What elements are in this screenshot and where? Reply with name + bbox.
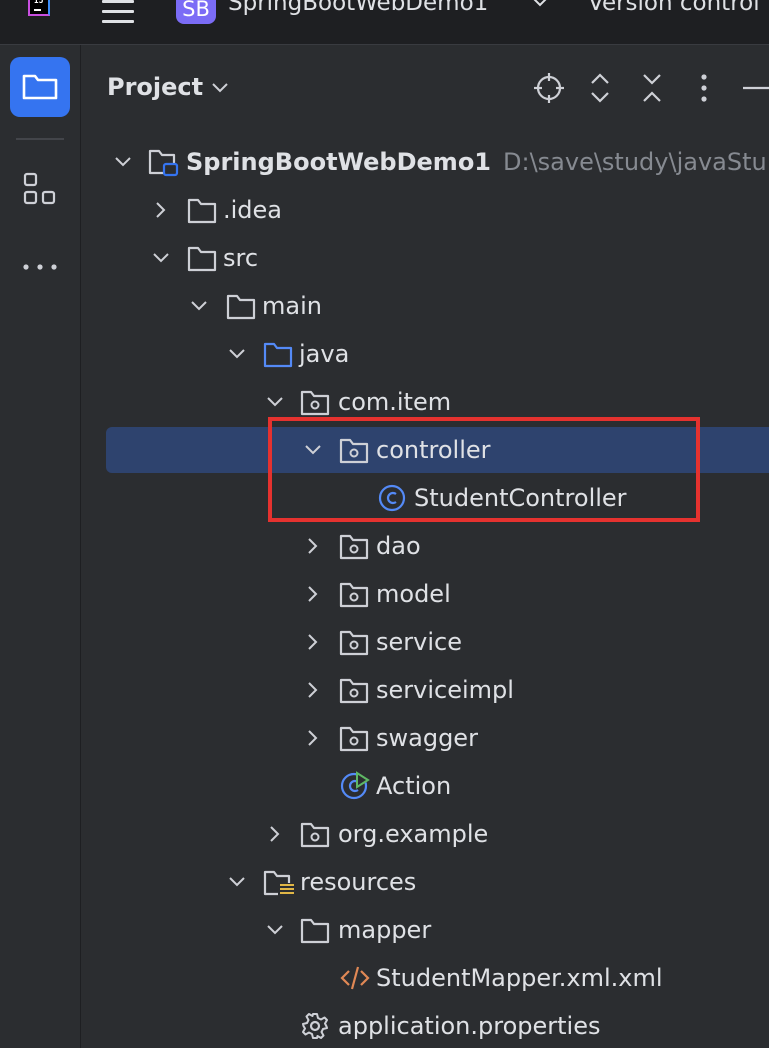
more-tools-icon[interactable] xyxy=(22,257,58,277)
resources-folder-icon xyxy=(263,870,294,896)
chevron-right-icon[interactable] xyxy=(303,680,323,700)
tree-item-action[interactable]: Action xyxy=(81,762,769,810)
tree-item-label: service xyxy=(376,628,462,656)
chevron-right-icon[interactable] xyxy=(265,824,285,844)
tree-item-label: .idea xyxy=(223,196,283,224)
tree-item-model[interactable]: model xyxy=(81,570,769,618)
module-folder-icon xyxy=(148,149,179,177)
tree-item-resources[interactable]: resources xyxy=(81,858,769,906)
package-icon xyxy=(300,390,330,416)
package-icon xyxy=(339,726,369,752)
intellij-logo-icon[interactable]: IJ xyxy=(28,0,50,16)
tree-item-com-item[interactable]: com.item xyxy=(81,378,769,426)
folder-icon xyxy=(187,198,217,224)
tree-item-dao[interactable]: dao xyxy=(81,522,769,570)
locate-icon[interactable] xyxy=(533,72,565,104)
project-tool-button[interactable] xyxy=(10,57,70,117)
tree-item-service[interactable]: service xyxy=(81,618,769,666)
tree-item-label: StudentController xyxy=(414,484,627,512)
minimize-icon[interactable] xyxy=(741,72,769,104)
tree-item-label: model xyxy=(376,580,451,608)
tree-item-src[interactable]: src xyxy=(81,234,769,282)
tree-item-mapper[interactable]: mapper xyxy=(81,906,769,954)
tree-item-label: main xyxy=(262,292,322,320)
tree-item-idea[interactable]: .idea xyxy=(81,186,769,234)
title-bar: IJ SB SpringBootWebDemo1 Version control xyxy=(0,0,769,45)
project-panel-header: Project xyxy=(81,45,769,135)
options-menu-icon[interactable] xyxy=(695,72,713,104)
main-menu-button[interactable] xyxy=(102,0,134,24)
expand-all-icon[interactable] xyxy=(589,72,611,104)
class-icon xyxy=(378,484,406,512)
tree-item-main[interactable]: main xyxy=(81,282,769,330)
package-icon xyxy=(300,822,330,848)
project-badge[interactable]: SB xyxy=(176,0,216,24)
tree-item-label: Action xyxy=(376,772,452,800)
tree-item-label: SpringBootWebDemo1 xyxy=(186,148,492,176)
tree-item-controller[interactable]: controller xyxy=(81,426,769,474)
tree-item-label: mapper xyxy=(338,916,432,944)
structure-icon[interactable] xyxy=(22,171,58,207)
chevron-right-icon[interactable] xyxy=(303,536,323,556)
chevron-down-icon[interactable] xyxy=(265,392,285,412)
chevron-down-icon[interactable] xyxy=(303,440,323,460)
tree-item-label: src xyxy=(223,244,259,272)
chevron-down-icon[interactable] xyxy=(265,920,285,940)
tree-item-label: StudentMapper.xml.xml xyxy=(376,964,663,992)
source-folder-icon xyxy=(263,342,293,368)
folder-icon xyxy=(300,918,330,944)
tree-item-java[interactable]: java xyxy=(81,330,769,378)
package-icon xyxy=(339,582,369,608)
chevron-right-icon[interactable] xyxy=(151,200,171,220)
package-icon xyxy=(339,630,369,656)
xml-file-icon xyxy=(340,966,370,990)
project-switcher[interactable]: SpringBootWebDemo1 xyxy=(228,0,488,16)
folder-icon xyxy=(22,74,58,100)
tree-item-application-properties[interactable]: application.properties xyxy=(81,1002,769,1048)
project-tree: SpringBootWebDemo1 D:\save\study\javaStu… xyxy=(81,138,769,1048)
chevron-right-icon[interactable] xyxy=(303,728,323,748)
chevron-down-icon[interactable] xyxy=(189,296,209,316)
tree-item-org-example[interactable]: org.example xyxy=(81,810,769,858)
chevron-right-icon[interactable] xyxy=(303,584,323,604)
collapse-all-icon[interactable] xyxy=(641,72,663,104)
tree-item-label: org.example xyxy=(338,820,489,848)
tree-item-label: com.item xyxy=(338,388,452,416)
tree-item-student-controller[interactable]: StudentController xyxy=(81,474,769,522)
tree-item-label: java xyxy=(299,340,350,368)
runnable-class-icon xyxy=(340,771,370,800)
folder-icon xyxy=(226,294,256,320)
toolstrip-divider xyxy=(16,138,64,140)
package-icon xyxy=(339,438,369,464)
tree-item-label: swagger xyxy=(376,724,478,752)
chevron-down-icon[interactable] xyxy=(151,248,171,268)
tree-item-label: resources xyxy=(300,868,417,896)
tree-item-swagger[interactable]: swagger xyxy=(81,714,769,762)
tree-item-root[interactable]: SpringBootWebDemo1 D:\save\study\javaStu xyxy=(81,138,769,186)
tree-item-label: dao xyxy=(376,532,421,560)
tree-item-serviceimpl[interactable]: serviceimpl xyxy=(81,666,769,714)
chevron-down-icon[interactable] xyxy=(227,872,247,892)
tree-item-label: controller xyxy=(376,436,491,464)
gear-icon xyxy=(302,1013,328,1039)
chevron-down-icon[interactable] xyxy=(530,0,550,12)
tree-item-label: application.properties xyxy=(338,1012,601,1040)
tree-item-student-mapper[interactable]: StudentMapper.xml.xml xyxy=(81,954,769,1002)
chevron-down-icon[interactable] xyxy=(211,81,229,95)
chevron-down-icon[interactable] xyxy=(227,344,247,364)
package-icon xyxy=(339,534,369,560)
tree-item-path: D:\save\study\javaStu xyxy=(503,148,767,176)
chevron-down-icon[interactable] xyxy=(113,152,133,172)
panel-title[interactable]: Project xyxy=(107,73,203,101)
folder-icon xyxy=(187,246,217,272)
package-icon xyxy=(339,678,369,704)
tree-item-label: serviceimpl xyxy=(376,676,514,704)
chevron-right-icon[interactable] xyxy=(303,632,323,652)
version-control-menu[interactable]: Version control xyxy=(588,0,760,16)
tool-window-strip xyxy=(0,45,81,1048)
ide-window: IJ SB SpringBootWebDemo1 Version control xyxy=(0,0,769,1048)
